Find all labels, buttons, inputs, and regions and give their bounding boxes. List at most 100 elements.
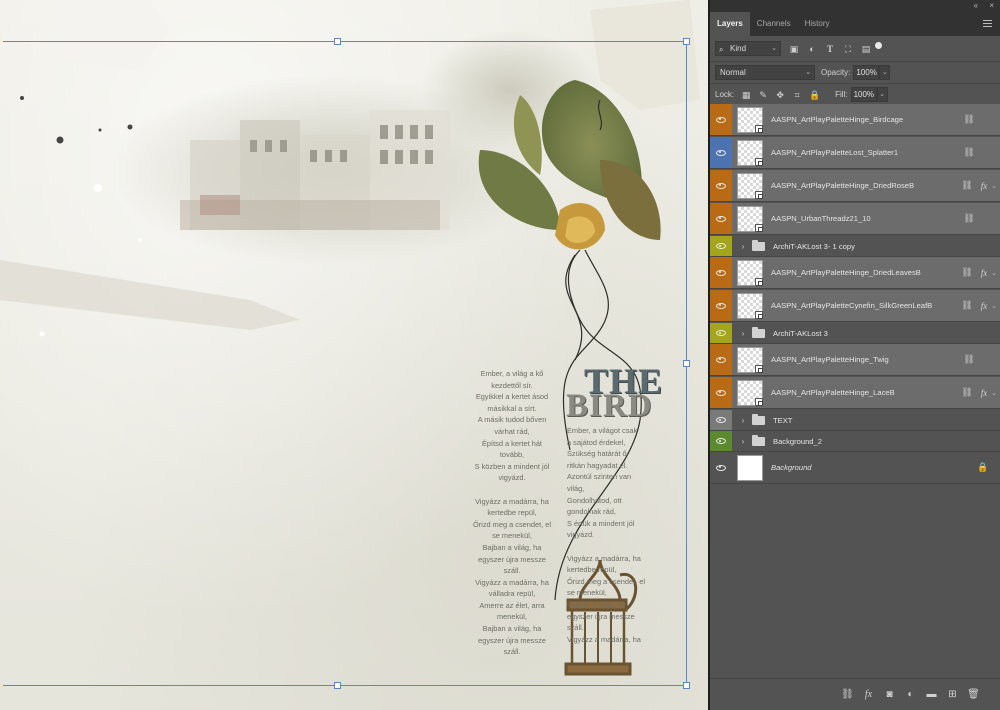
layer-name[interactable]: AASPN_ArtPlayPaletteCynefin_SilkGreenLea…	[771, 301, 960, 310]
collapse-panels-icon[interactable]: «	[974, 1, 978, 10]
chevron-right-icon[interactable]: ›	[738, 329, 748, 338]
layer-name[interactable]: Background	[771, 463, 976, 472]
filter-type-icon[interactable]: T	[825, 44, 835, 54]
lock-artboard-icon[interactable]: ⌗	[792, 90, 802, 100]
fx-icon[interactable]: fx	[978, 388, 990, 398]
transform-handle-top-center[interactable]	[334, 38, 341, 45]
layer-name[interactable]: AASPN_ArtPlayPaletteHinge_Twig	[771, 355, 962, 364]
visibility-toggle[interactable]	[710, 203, 732, 234]
layer-name[interactable]: AASPN_ArtPlayPaletteHinge_Birdcage	[771, 115, 962, 124]
blend-mode-select[interactable]: Normal ⌄	[715, 65, 815, 80]
layer-thumbnail[interactable]	[737, 292, 763, 319]
fill-dropdown-icon[interactable]: ⌄	[876, 87, 888, 102]
visibility-toggle[interactable]	[710, 170, 732, 201]
filter-pixel-icon[interactable]: ▣	[789, 44, 799, 54]
layer-thumbnail[interactable]	[737, 379, 763, 406]
visibility-toggle[interactable]	[710, 344, 732, 375]
layer-row[interactable]: Background 🔒	[710, 452, 1000, 484]
layer-name[interactable]: AASPN_ArtPlayPaletteHinge_DriedRoseB	[771, 181, 960, 190]
layer-name[interactable]: AASPN_ArtPlayPaletteLost_Splatter1	[771, 148, 962, 157]
opacity-dropdown-icon[interactable]: ⌄	[879, 65, 891, 80]
layer-thumbnail[interactable]	[737, 454, 763, 481]
visibility-toggle[interactable]	[710, 323, 732, 343]
visibility-toggle[interactable]	[710, 290, 732, 321]
panel-menu-icon[interactable]	[983, 18, 992, 28]
link-layers-icon[interactable]: ⛓	[841, 689, 854, 701]
layer-group-row[interactable]: › TEXT	[710, 410, 1000, 431]
visibility-toggle[interactable]	[710, 410, 732, 430]
tab-channels[interactable]: Channels	[750, 12, 798, 36]
lock-image-pixels-icon[interactable]: ✎	[758, 90, 768, 100]
trash-icon[interactable]: 🗑	[967, 689, 980, 701]
filter-kind-select[interactable]: ⌕ Kind ⌄	[715, 41, 781, 56]
layer-thumbnail[interactable]	[737, 346, 763, 373]
visibility-toggle[interactable]	[710, 137, 732, 168]
fx-icon[interactable]: fx	[978, 301, 990, 311]
chevron-down-icon[interactable]: ⌄	[990, 182, 998, 190]
layer-row[interactable]: AASPN_UrbanThreadz21_10 ⛓	[710, 203, 1000, 235]
layer-group-row[interactable]: › ArchiT-AKLost 3	[710, 323, 1000, 344]
filter-shape-icon[interactable]: ⛶	[843, 44, 853, 54]
document-canvas[interactable]: THE BIRD Ember, a világ a kő kezdettől s…	[0, 0, 708, 710]
layer-row[interactable]: AASPN_ArtPlayPaletteLost_Splatter1 ⛓	[710, 137, 1000, 169]
layer-name[interactable]: Background_2	[773, 437, 1000, 446]
layer-group-row[interactable]: › ArchiT-AKLost 3- 1 copy	[710, 236, 1000, 257]
transform-handle-top-right[interactable]	[683, 38, 690, 45]
lock-position-icon[interactable]: ✥	[775, 90, 785, 100]
layer-name[interactable]: AASPN_ArtPlayPaletteHinge_DriedLeavesB	[771, 268, 960, 277]
visibility-toggle[interactable]	[710, 236, 732, 256]
transform-handle-bottom-center[interactable]	[334, 682, 341, 689]
visibility-toggle[interactable]	[710, 257, 732, 288]
fx-icon[interactable]: fx	[862, 689, 875, 701]
lock-transparent-pixels-icon[interactable]: ▦	[741, 90, 751, 100]
opacity-input[interactable]: 100%	[853, 65, 880, 80]
close-panel-icon[interactable]: ×	[989, 1, 994, 10]
lock-all-icon[interactable]: 🔒	[809, 90, 820, 100]
visibility-toggle[interactable]	[710, 104, 732, 135]
tab-history[interactable]: History	[798, 12, 837, 36]
chevron-right-icon[interactable]: ›	[738, 242, 748, 251]
layer-row[interactable]: AASPN_ArtPlayPaletteCynefin_SilkGreenLea…	[710, 290, 1000, 322]
new-group-icon[interactable]: ▬	[925, 689, 938, 701]
chevron-down-icon[interactable]: ⌄	[990, 389, 998, 397]
layer-row[interactable]: AASPN_ArtPlayPaletteHinge_Birdcage ⛓	[710, 104, 1000, 136]
tab-layers[interactable]: Layers	[710, 12, 750, 36]
transform-handle-middle-right[interactable]	[683, 360, 690, 367]
chevron-down-icon[interactable]: ⌄	[990, 302, 998, 310]
link-icon: ⛓	[961, 180, 973, 190]
layer-group-row[interactable]: › Background_2	[710, 431, 1000, 452]
layer-thumbnail[interactable]	[737, 172, 763, 199]
visibility-toggle[interactable]	[710, 452, 732, 483]
layer-thumbnail[interactable]	[737, 259, 763, 286]
layer-name[interactable]: TEXT	[773, 416, 1000, 425]
chevron-right-icon[interactable]: ›	[738, 416, 748, 425]
layer-thumbnail[interactable]	[737, 106, 763, 133]
filter-adjustment-icon[interactable]: ◐	[807, 44, 817, 54]
layer-name[interactable]: ArchiT-AKLost 3- 1 copy	[773, 242, 1000, 251]
layer-thumbnail[interactable]	[737, 139, 763, 166]
filter-toggle-switch[interactable]	[875, 42, 882, 49]
add-mask-icon[interactable]: ◙	[883, 689, 896, 701]
chevron-right-icon[interactable]: ›	[738, 437, 748, 446]
fill-input[interactable]: 100%	[850, 87, 877, 102]
transform-handle-bottom-right[interactable]	[683, 682, 690, 689]
visibility-toggle[interactable]	[710, 431, 732, 451]
lock-label: Lock:	[715, 90, 735, 99]
visibility-toggle[interactable]	[710, 377, 732, 408]
fx-icon[interactable]: fx	[978, 181, 990, 191]
layer-row[interactable]: AASPN_ArtPlayPaletteHinge_DriedLeavesB ⛓ f…	[710, 257, 1000, 289]
layer-name[interactable]: AASPN_UrbanThreadz21_10	[771, 214, 962, 223]
smart-object-badge-icon	[755, 364, 763, 373]
fx-icon[interactable]: fx	[978, 268, 990, 278]
new-layer-icon[interactable]: ⊞	[946, 689, 959, 701]
layer-row[interactable]: AASPN_ArtPlayPaletteHinge_DriedRoseB ⛓ fx ⌄	[710, 170, 1000, 202]
filter-smart-object-icon[interactable]: ▤	[861, 44, 871, 54]
chevron-down-icon[interactable]: ⌄	[990, 269, 998, 277]
layer-thumbnail[interactable]	[737, 205, 763, 232]
layer-name[interactable]: ArchiT-AKLost 3	[773, 329, 1000, 338]
layer-name[interactable]: AASPN_ArtPlayPaletteHinge_LaceB	[771, 388, 960, 397]
layer-row[interactable]: AASPN_ArtPlayPaletteHinge_LaceB ⛓ fx ⌄	[710, 377, 1000, 409]
adjustment-layer-icon[interactable]: ◐	[904, 689, 917, 701]
layer-row[interactable]: AASPN_ArtPlayPaletteHinge_Twig ⛓	[710, 344, 1000, 376]
panel-tabs: Layers Channels History	[710, 12, 1000, 36]
